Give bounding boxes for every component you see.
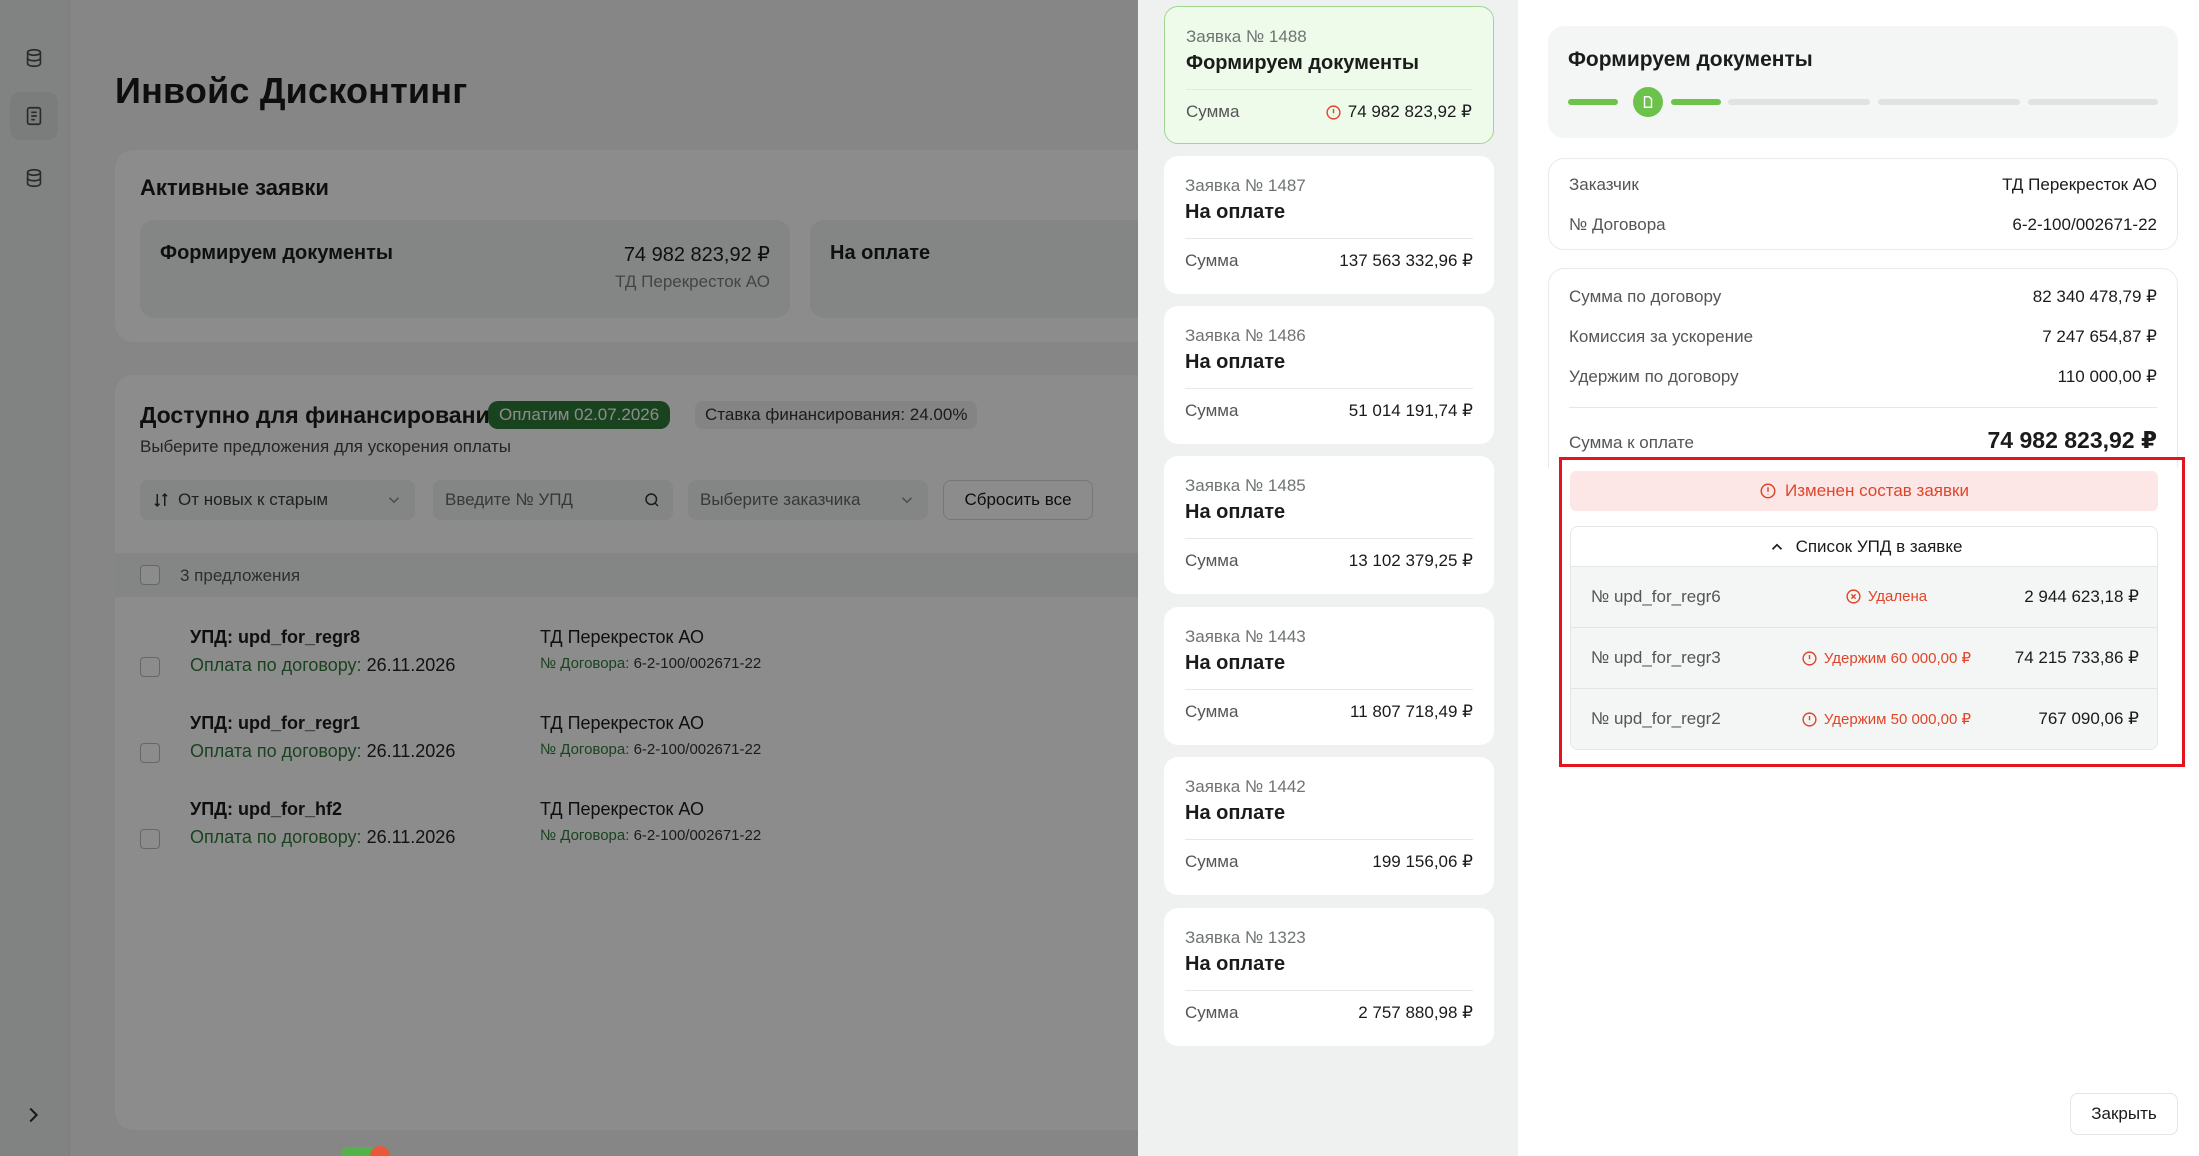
background-app: Инвойс Дисконтинг Активные заявки Формир… — [0, 0, 1310, 1156]
request-number: Заявка № 1488 — [1186, 27, 1307, 46]
warning-icon — [1802, 711, 1817, 727]
request-card[interactable]: Заявка № 1443 На оплате Сумма 11 807 718… — [1164, 607, 1494, 745]
changed-alert: Изменен состав заявки — [1570, 471, 2158, 511]
divider — [1186, 89, 1472, 90]
hold-row: Удержим по договору 110 000,00 ₽ — [1569, 367, 2157, 387]
request-sum: 13 102 379,25 ₽ — [1348, 551, 1473, 570]
request-list: Заявка № 1488 Формируем документы Сумма … — [1138, 0, 1518, 1156]
upd-status: Удалена — [1776, 588, 1996, 605]
sums-block: Сумма по договору 82 340 478,79 ₽ Комисс… — [1548, 268, 2178, 468]
alert-text: Изменен состав заявки — [1785, 481, 1969, 500]
request-number: Заявка № 1443 — [1185, 627, 1306, 646]
progress-segment — [1878, 99, 2020, 105]
request-number: Заявка № 1323 — [1185, 928, 1306, 947]
x-circle-icon — [1846, 589, 1861, 604]
request-number: Заявка № 1486 — [1185, 326, 1306, 345]
contract-info: Заказчик ТД Перекресток АО № Договора 6-… — [1548, 158, 2178, 250]
request-status: Формируем документы — [1186, 52, 1420, 74]
request-card[interactable]: Заявка № 1323 На оплате Сумма 2 757 880,… — [1164, 908, 1494, 1046]
request-sum-label: Сумма — [1185, 1003, 1239, 1022]
chevron-up-icon — [1771, 543, 1782, 550]
request-number: Заявка № 1485 — [1185, 476, 1306, 495]
request-sum: 137 563 332,96 ₽ — [1339, 251, 1473, 270]
request-sum: 2 757 880,98 ₽ — [1358, 1003, 1473, 1022]
upd-row: № upd_for_regr2 Удержим 50 000,00 ₽ 767 … — [1571, 689, 2157, 749]
upd-number: № upd_for_regr2 — [1591, 709, 1721, 728]
request-number: Заявка № 1442 — [1185, 777, 1306, 796]
request-sum: 199 156,06 ₽ — [1372, 852, 1473, 871]
contract-label: № Договора — [1569, 215, 1666, 234]
request-sum-label: Сумма — [1185, 401, 1239, 420]
request-sum-label: Сумма — [1185, 551, 1239, 570]
sum-contract-row: Сумма по договору 82 340 478,79 ₽ — [1569, 287, 2157, 307]
progress-segment — [2028, 99, 2158, 105]
to-pay-value: 74 982 823,92 ₽ — [1987, 427, 2157, 453]
detail-title: Формируем документы — [1568, 48, 1813, 71]
progress-segment — [1728, 99, 1870, 105]
warning-icon — [1802, 650, 1817, 666]
hold-label: Удержим по договору — [1569, 367, 1739, 386]
to-pay-row: Сумма к оплате 74 982 823,92 ₽ — [1569, 427, 2157, 454]
contract-row: № Договора 6-2-100/002671-22 — [1569, 215, 2157, 235]
sum-contract-value: 82 340 478,79 ₽ — [2032, 287, 2157, 306]
divider — [1569, 407, 2157, 408]
divider — [1185, 538, 1473, 539]
upd-status: Удержим 60 000,00 ₽ — [1776, 649, 1996, 667]
progress-current-step — [1633, 87, 1663, 117]
upd-number: № upd_for_regr3 — [1591, 648, 1721, 667]
status-header: Формируем документы — [1548, 26, 2178, 138]
request-status: На оплате — [1185, 652, 1286, 674]
request-number: Заявка № 1487 — [1185, 176, 1306, 195]
warning-icon — [1760, 483, 1776, 499]
request-sum: 74 982 823,92 ₽ — [1325, 102, 1472, 122]
request-status: На оплате — [1185, 351, 1286, 373]
close-button[interactable]: Закрыть — [2070, 1093, 2178, 1135]
upd-amount: 2 944 623,18 ₽ — [2024, 587, 2139, 606]
modal-overlay[interactable] — [0, 0, 1138, 1156]
request-status: На оплате — [1185, 201, 1286, 223]
request-sum: 11 807 718,49 ₽ — [1350, 702, 1473, 721]
hold-value: 110 000,00 ₽ — [2057, 367, 2157, 386]
request-card-selected[interactable]: Заявка № 1488 Формируем документы Сумма … — [1164, 6, 1494, 144]
request-card[interactable]: Заявка № 1442 На оплате Сумма 199 156,06… — [1164, 757, 1494, 895]
customer-label: Заказчик — [1569, 175, 1639, 194]
upd-status: Удержим 50 000,00 ₽ — [1776, 710, 1996, 728]
upd-list-toggle[interactable]: Список УПД в заявке — [1571, 527, 2157, 567]
request-status: На оплате — [1185, 802, 1286, 824]
contract-value: 6-2-100/002671-22 — [2012, 215, 2157, 234]
request-status: На оплате — [1185, 501, 1286, 523]
customer-row: Заказчик ТД Перекресток АО — [1569, 175, 2157, 195]
divider — [1185, 990, 1473, 991]
customer-value: ТД Перекресток АО — [2002, 175, 2157, 194]
request-sum: 51 014 191,74 ₽ — [1348, 401, 1473, 420]
divider — [1185, 388, 1473, 389]
divider — [1185, 839, 1473, 840]
request-sum-label: Сумма — [1185, 251, 1239, 270]
commission-label: Комиссия за ускорение — [1569, 327, 1754, 346]
divider — [1185, 238, 1473, 239]
to-pay-label: Сумма к оплате — [1569, 433, 1695, 452]
warning-icon — [1326, 104, 1341, 120]
request-sum-label: Сумма — [1185, 702, 1239, 721]
document-icon — [1643, 96, 1653, 108]
upd-row: № upd_for_regr3 Удержим 60 000,00 ₽ 74 2… — [1571, 628, 2157, 689]
sum-contract-label: Сумма по договору — [1569, 287, 1722, 306]
request-sum-label: Сумма — [1185, 852, 1239, 871]
upd-list: Список УПД в заявке № upd_for_regr6 Удал… — [1570, 526, 2158, 750]
progress-segment-done — [1568, 99, 1618, 105]
request-card[interactable]: Заявка № 1487 На оплате Сумма 137 563 33… — [1164, 156, 1494, 294]
upd-amount: 767 090,06 ₽ — [2038, 709, 2139, 728]
request-card[interactable]: Заявка № 1485 На оплате Сумма 13 102 379… — [1164, 456, 1494, 594]
commission-row: Комиссия за ускорение 7 247 654,87 ₽ — [1569, 327, 2157, 347]
divider — [1185, 689, 1473, 690]
request-status: На оплате — [1185, 953, 1286, 975]
request-sum-label: Сумма — [1186, 102, 1240, 121]
request-card[interactable]: Заявка № 1486 На оплате Сумма 51 014 191… — [1164, 306, 1494, 444]
commission-value: 7 247 654,87 ₽ — [2042, 327, 2157, 346]
upd-list-title: Список УПД в заявке — [1795, 536, 1963, 556]
upd-row: № upd_for_regr6 Удалена 2 944 623,18 ₽ — [1571, 567, 2157, 628]
progress-segment-done — [1671, 99, 1721, 105]
upd-number: № upd_for_regr6 — [1591, 587, 1721, 606]
upd-amount: 74 215 733,86 ₽ — [2014, 648, 2139, 667]
